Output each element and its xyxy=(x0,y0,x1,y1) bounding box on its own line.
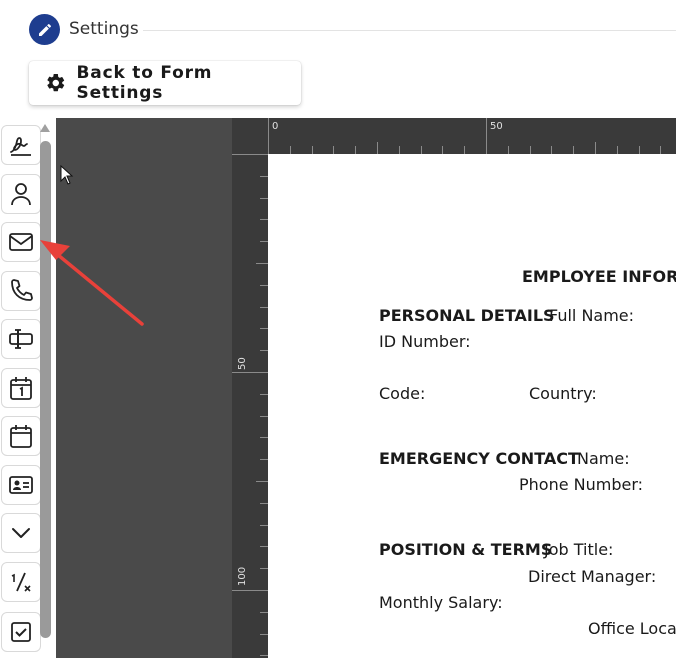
ruler-tick xyxy=(289,146,291,154)
tool-calendar[interactable] xyxy=(1,416,41,456)
section-position-terms: POSITION & TERMS xyxy=(379,540,553,559)
ruler-tick xyxy=(355,146,357,154)
ruler-tick xyxy=(529,146,531,154)
back-to-form-settings-button[interactable]: Back to Form Settings xyxy=(29,61,301,105)
ruler-corner xyxy=(232,118,268,154)
id-card-icon xyxy=(9,476,33,494)
chevron-down-icon xyxy=(12,528,30,538)
section-personal-details: PERSONAL DETAILS xyxy=(379,306,555,325)
field-label-full-name: Full Name: xyxy=(549,306,635,325)
ruler-tick xyxy=(260,328,268,330)
ruler-tick xyxy=(260,459,268,461)
field-label-direct-manager: Direct Manager: xyxy=(528,567,657,586)
ruler-tick xyxy=(256,481,268,482)
document-page: EMPLOYEE INFORM PERSONAL DETAILS Full Na… xyxy=(268,154,676,658)
field-label-job-title: Job Title: xyxy=(544,540,614,559)
percent-icon xyxy=(11,572,31,592)
field-label-name: Name: xyxy=(577,449,630,468)
tool-signature[interactable] xyxy=(1,125,41,165)
tool-dropdown[interactable] xyxy=(1,513,41,553)
annotation-arrow-icon xyxy=(40,240,144,326)
calendar-icon xyxy=(10,425,32,448)
ruler-tick xyxy=(660,146,662,154)
ruler-tick xyxy=(464,146,466,154)
pencil-icon xyxy=(38,23,51,36)
ruler-tick xyxy=(260,175,268,177)
ruler-tick xyxy=(311,146,313,154)
ruler-tick xyxy=(260,197,268,199)
ruler-tick xyxy=(232,154,268,155)
ruler-tick xyxy=(260,568,268,570)
ruler-tick xyxy=(398,146,400,154)
ruler-tick xyxy=(232,590,268,591)
ruler-tick xyxy=(420,146,422,154)
toolbar-scrollbar-thumb[interactable] xyxy=(40,141,51,638)
field-label-id-number: ID Number: xyxy=(379,332,471,351)
ruler-tick xyxy=(232,372,268,373)
header: Settings xyxy=(0,0,676,60)
ruler-tick xyxy=(260,546,268,548)
ruler-top-label: 0 xyxy=(272,121,279,132)
ruler-tick xyxy=(260,437,268,439)
app-root: Settings Back to Form Settings 0 50 50 1… xyxy=(0,0,676,658)
ruler-tick xyxy=(573,146,575,154)
tool-id-card[interactable] xyxy=(1,465,41,505)
ruler-tick xyxy=(260,241,268,243)
ruler-tick xyxy=(268,118,269,154)
page-title: Settings xyxy=(69,19,139,39)
ruler-tick xyxy=(595,142,596,154)
field-label-office-location: Office Loca xyxy=(588,619,676,638)
ruler-tick xyxy=(486,118,487,154)
ruler-tick xyxy=(260,219,268,221)
ruler-tick xyxy=(377,142,378,154)
gear-icon xyxy=(47,73,65,92)
mouse-cursor-icon xyxy=(60,165,74,185)
ruler-tick xyxy=(638,146,640,154)
ruler-tick xyxy=(260,393,268,395)
ruler-tick xyxy=(551,146,553,154)
ruler-tick xyxy=(260,350,268,352)
scroll-up-arrow[interactable] xyxy=(40,124,50,132)
ruler-tick xyxy=(616,146,618,154)
ruler-tick xyxy=(507,146,509,154)
ruler-tick xyxy=(260,655,268,657)
tool-number[interactable] xyxy=(1,562,41,602)
field-label-phone-number: Phone Number: xyxy=(519,475,644,494)
ruler-tick xyxy=(260,611,268,613)
ruler-tick xyxy=(260,284,268,286)
ruler-tick xyxy=(256,263,268,264)
ruler-top: 0 50 xyxy=(268,118,676,154)
field-label-monthly-salary: Monthly Salary: xyxy=(379,593,503,612)
back-button-label: Back to Form Settings xyxy=(76,63,213,103)
ruler-left-label: 50 xyxy=(237,357,248,370)
field-label-code: Code: xyxy=(379,384,426,403)
signature-icon xyxy=(10,137,31,156)
ruler-tick xyxy=(442,146,444,154)
header-divider xyxy=(143,30,676,31)
calendar-day-icon xyxy=(10,377,32,400)
ruler-tick xyxy=(260,502,268,504)
person-icon xyxy=(11,183,31,206)
edit-badge xyxy=(29,14,60,45)
tool-person[interactable] xyxy=(1,174,41,214)
field-label-country: Country: xyxy=(529,384,597,403)
ruler-tick xyxy=(260,633,268,635)
tool-checkbox[interactable] xyxy=(1,612,41,652)
doc-heading: EMPLOYEE INFORM xyxy=(522,267,676,286)
ruler-tick xyxy=(260,306,268,308)
ruler-left: 50 100 xyxy=(232,154,268,658)
ruler-left-label: 100 xyxy=(237,566,248,586)
ruler-top-label: 50 xyxy=(490,121,503,132)
ruler-tick xyxy=(333,146,335,154)
ruler-tick xyxy=(260,524,268,526)
tool-date[interactable] xyxy=(1,368,41,408)
ruler-tick xyxy=(260,415,268,417)
section-emergency-contact: EMERGENCY CONTACT xyxy=(379,449,579,468)
checkbox-icon xyxy=(11,622,31,642)
